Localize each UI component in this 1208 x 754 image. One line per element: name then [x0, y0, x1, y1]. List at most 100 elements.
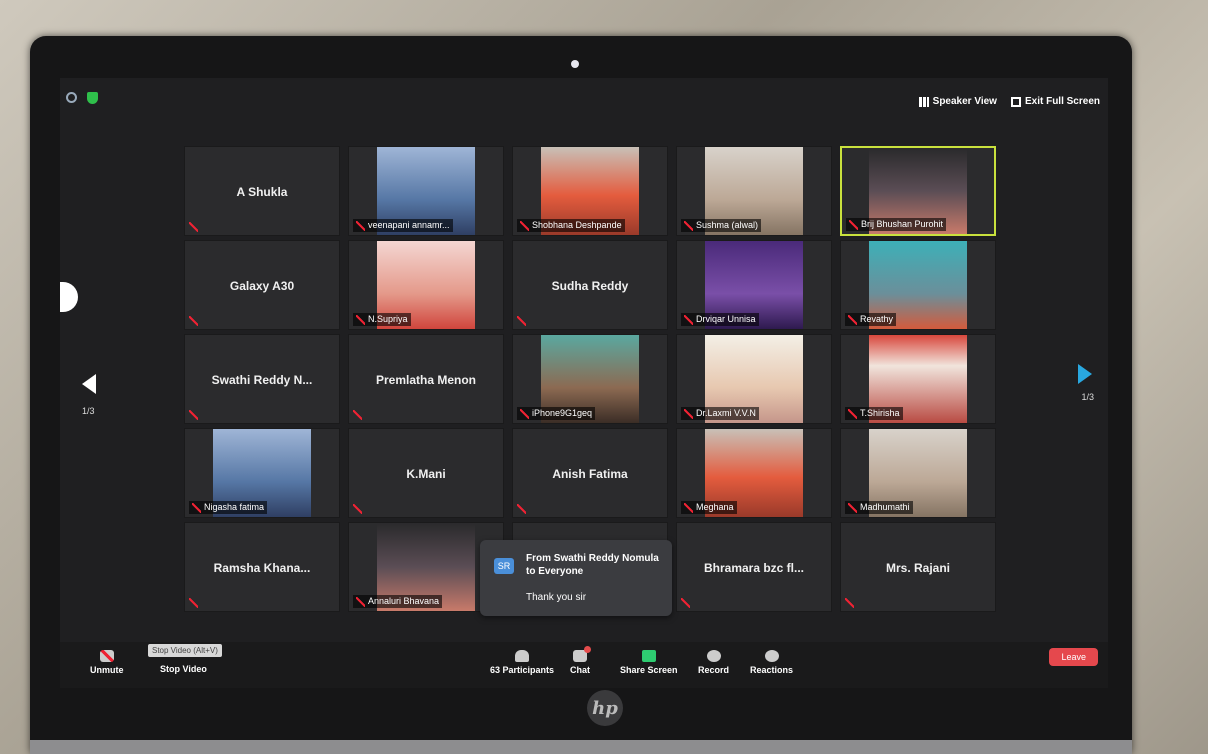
participant-name: Sudha Reddy — [551, 279, 629, 293]
participant-name-label: Sushma (alwal) — [681, 219, 762, 232]
speaker-view-button[interactable]: Speaker View — [918, 96, 997, 107]
participant-tile[interactable]: Meghana — [676, 428, 832, 518]
mic-muted-icon — [99, 650, 114, 662]
participant-tile[interactable]: Madhumathi — [840, 428, 996, 518]
mic-muted-icon — [356, 221, 365, 231]
mic-muted-icon — [517, 316, 526, 326]
stop-video-button[interactable]: Stop Video — [160, 664, 207, 674]
participant-tile[interactable]: N.Supriya — [348, 240, 504, 330]
participant-tile[interactable]: Bhramara bzc fl... — [676, 522, 832, 612]
mic-muted-icon — [848, 315, 857, 325]
mic-muted-icon — [356, 315, 365, 325]
participant-tile[interactable]: Sushma (alwal) — [676, 146, 832, 236]
participant-name: Madhumathi — [860, 502, 910, 513]
meeting-info-icon[interactable] — [66, 92, 77, 103]
participants-button[interactable]: 63 Participants — [490, 650, 554, 675]
reactions-button[interactable]: Reactions — [750, 650, 793, 675]
participant-name-label: Revathy — [845, 313, 897, 326]
participant-name-label: Nigasha fatima — [189, 501, 268, 514]
participant-name: N.Supriya — [368, 314, 408, 325]
stop-video-tooltip: Stop Video (Alt+V) — [148, 644, 222, 657]
participant-name-label: Drviqar Unnisa — [681, 313, 759, 326]
mic-muted-icon — [848, 409, 857, 419]
participant-name: Nigasha fatima — [204, 502, 265, 513]
side-handle[interactable] — [60, 282, 78, 312]
participant-name: Mrs. Rajani — [885, 561, 951, 575]
webcam — [571, 60, 579, 68]
participants-icon — [515, 650, 530, 662]
mic-muted-icon — [353, 504, 362, 514]
laptop-hinge — [30, 740, 1132, 754]
mic-muted-icon — [684, 409, 693, 419]
participant-name-label: veenapani annamr... — [353, 219, 453, 232]
participant-tile[interactable]: Revathy — [840, 240, 996, 330]
sender-avatar: SR — [494, 558, 514, 574]
participant-name: Annaluri Bhavana — [368, 596, 440, 607]
mic-muted-icon — [684, 221, 693, 231]
participant-tile[interactable]: Premlatha Menon — [348, 334, 504, 424]
encryption-shield-icon[interactable] — [87, 92, 98, 104]
participant-name: Dr.Laxmi V.V.N — [696, 408, 756, 419]
participant-name: Premlatha Menon — [375, 373, 477, 387]
participant-tile[interactable]: iPhone9G1geq — [512, 334, 668, 424]
participant-name: Ramsha Khana... — [213, 561, 311, 575]
chat-button[interactable]: Chat — [570, 646, 591, 675]
mic-muted-icon — [189, 222, 198, 232]
view-controls: Speaker View Exit Full Screen — [918, 96, 1100, 107]
participant-tile[interactable]: Dr.Laxmi V.V.N — [676, 334, 832, 424]
chat-message: Thank you sir — [526, 592, 587, 603]
meeting-toolbar: Unmute Stop Video (Alt+V) Stop Video 63 … — [60, 642, 1108, 688]
participant-name-label: Annaluri Bhavana — [353, 595, 443, 608]
participant-name-label: Madhumathi — [845, 501, 913, 514]
participant-tile[interactable]: Sudha Reddy — [512, 240, 668, 330]
participant-name: Swathi Reddy N... — [211, 373, 313, 387]
participant-name: Galaxy A30 — [229, 279, 295, 293]
mic-muted-icon — [684, 315, 693, 325]
exit-fullscreen-icon — [1010, 96, 1021, 107]
leave-button[interactable]: Leave — [1049, 648, 1098, 666]
participant-name-label: Brij Bhushan Purohit — [846, 218, 947, 231]
share-screen-button[interactable]: Share Screen — [620, 650, 678, 675]
participant-tile[interactable]: Mrs. Rajani — [840, 522, 996, 612]
next-page-icon[interactable] — [1078, 364, 1092, 384]
participant-tile[interactable]: Nigasha fatima — [184, 428, 340, 518]
participant-name: iPhone9G1geq — [532, 408, 593, 419]
exit-full-screen-button[interactable]: Exit Full Screen — [1010, 96, 1100, 107]
record-button[interactable]: Record — [698, 650, 729, 675]
mic-muted-icon — [684, 503, 693, 513]
mic-muted-icon — [192, 503, 201, 513]
participant-tile[interactable]: Brij Bhushan Purohit — [840, 146, 996, 236]
participant-tile[interactable]: Shobhana Deshpande — [512, 146, 668, 236]
share-screen-icon — [641, 650, 656, 662]
participant-tile[interactable]: T.Shirisha — [840, 334, 996, 424]
participant-name-label: Shobhana Deshpande — [517, 219, 625, 232]
participant-name: A Shukla — [236, 185, 288, 199]
participant-tile[interactable]: Galaxy A30 — [184, 240, 340, 330]
participant-name: Drviqar Unnisa — [696, 314, 756, 325]
mic-muted-icon — [189, 410, 198, 420]
top-left-icons — [66, 92, 98, 104]
participant-name-label: Meghana — [681, 501, 737, 514]
participant-tile[interactable]: Anish Fatima — [512, 428, 668, 518]
participant-tile[interactable]: A Shukla — [184, 146, 340, 236]
participant-name: T.Shirisha — [860, 408, 900, 419]
participant-name: Sushma (alwal) — [696, 220, 759, 231]
mic-muted-icon — [845, 598, 854, 608]
participant-tile[interactable]: K.Mani — [348, 428, 504, 518]
mic-muted-icon — [353, 410, 362, 420]
prev-page-icon[interactable] — [82, 374, 96, 394]
participant-tile[interactable]: Ramsha Khana... — [184, 522, 340, 612]
participant-name: Brij Bhushan Purohit — [861, 219, 944, 230]
unmute-button[interactable]: Unmute — [90, 650, 124, 675]
reactions-icon — [764, 650, 779, 662]
participant-name-label: T.Shirisha — [845, 407, 903, 420]
participant-name: Bhramara bzc fl... — [703, 561, 805, 575]
mic-muted-icon — [681, 598, 690, 608]
participant-tile[interactable]: veenapani annamr... — [348, 146, 504, 236]
page-indicator-left: 1/3 — [82, 406, 95, 416]
participant-tile[interactable]: Drviqar Unnisa — [676, 240, 832, 330]
participant-tile[interactable]: Swathi Reddy N... — [184, 334, 340, 424]
chat-notification[interactable]: SR From Swathi Reddy Nomula to Everyone … — [480, 540, 672, 616]
record-icon — [706, 650, 721, 662]
mic-muted-icon — [849, 220, 858, 230]
